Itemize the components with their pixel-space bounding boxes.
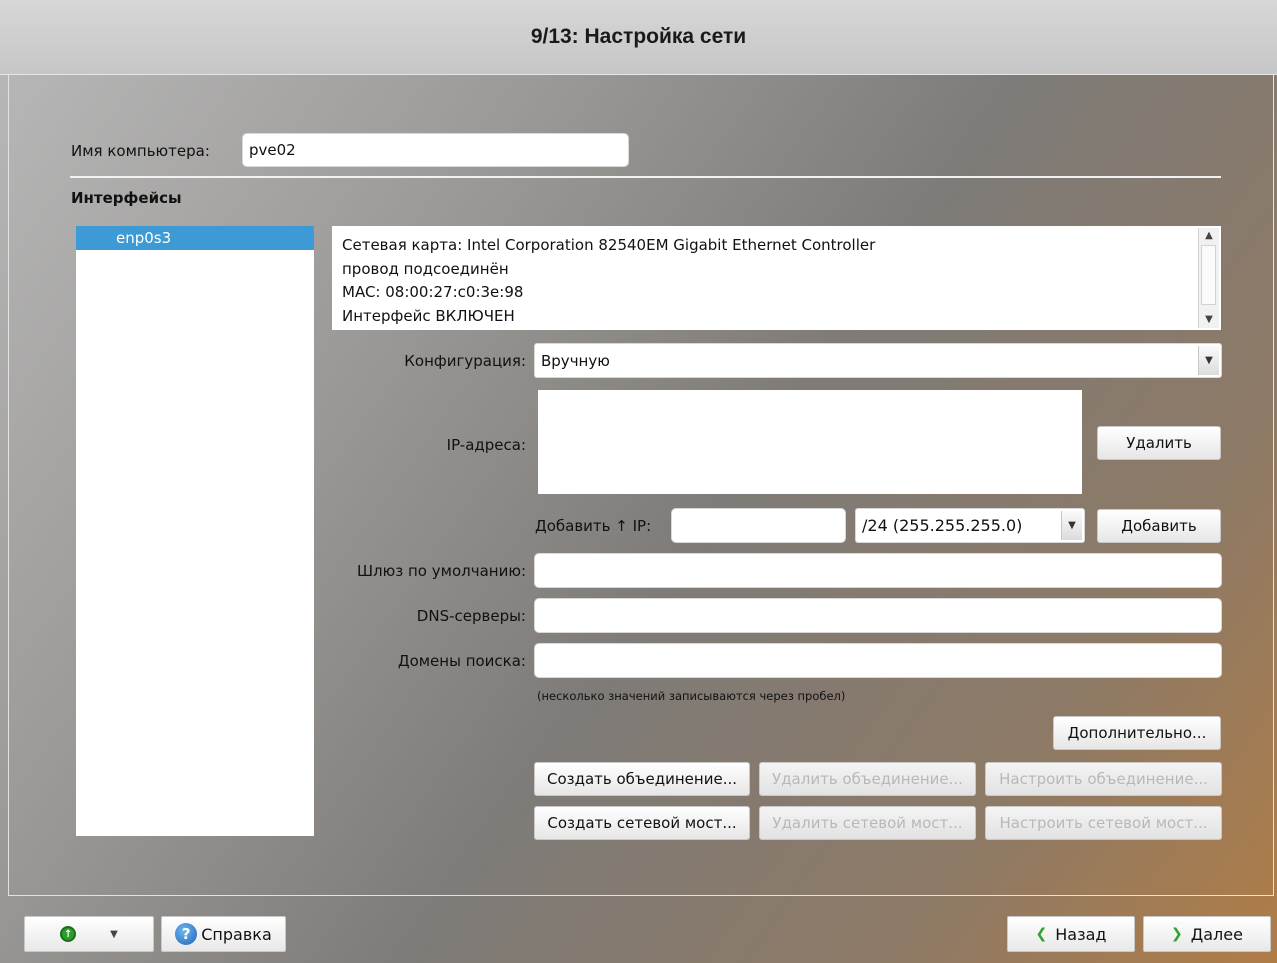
configure-bond-button[interactable]: Настроить объединение... [985, 762, 1222, 796]
delete-bridge-button[interactable]: Удалить сетевой мост... [759, 806, 976, 840]
back-label: Назад [1055, 924, 1107, 944]
delete-bond-button[interactable]: Удалить объединение... [759, 762, 976, 796]
add-ip-input[interactable] [671, 508, 846, 543]
interface-item-enp0s3[interactable]: enp0s3 [76, 226, 314, 250]
info-line: провод подсоединён [342, 259, 509, 278]
next-label: Далее [1190, 924, 1243, 944]
hint-text: (несколько значений записываются через п… [537, 689, 846, 703]
info-line: Интерфейс ВКЛЮЧЕН [342, 306, 515, 325]
search-domains-label: Домены поиска: [397, 652, 526, 670]
menu-button[interactable]: ↑ ▼ [24, 916, 154, 952]
scroll-thumb[interactable] [1201, 245, 1216, 305]
config-value: Вручную [541, 351, 610, 370]
interface-list[interactable]: enp0s3 [76, 226, 314, 836]
interface-info: Сетевая карта: Intel Corporation 82540EM… [332, 226, 1221, 330]
search-domains-input[interactable] [534, 643, 1222, 678]
hostname-label: Имя компьютера: [71, 142, 210, 160]
netmask-select[interactable]: /24 (255.255.255.0) ▼ [855, 508, 1085, 543]
next-chevron-icon: ❯ [1171, 926, 1183, 942]
dns-label: DNS-серверы: [416, 607, 526, 625]
create-bridge-button[interactable]: Создать сетевой мост... [534, 806, 750, 840]
hostname-input[interactable]: pve02 [242, 133, 629, 167]
create-bond-button[interactable]: Создать объединение... [534, 762, 750, 796]
separator [70, 176, 1221, 178]
help-label: Справка [201, 924, 272, 944]
info-line: MAC: 08:00:27:c0:3e:98 [342, 283, 524, 301]
scroll-up-icon[interactable]: ▲ [1199, 228, 1219, 244]
add-ip-button[interactable]: Добавить [1097, 509, 1221, 543]
add-ip-label: Добавить ↑ IP: [535, 517, 652, 535]
gateway-input[interactable] [534, 553, 1222, 588]
configure-bridge-button[interactable]: Настроить сетевой мост... [985, 806, 1222, 840]
help-button[interactable]: ? Справка [161, 916, 286, 952]
interfaces-heading: Интерфейсы [71, 189, 182, 207]
window-title: 9/13: Настройка сети [0, 0, 1277, 75]
next-button[interactable]: ❯ Далее [1143, 916, 1271, 952]
info-line: Сетевая карта: Intel Corporation 82540EM… [342, 236, 876, 254]
chevron-down-icon: ▼ [110, 928, 118, 940]
advanced-button[interactable]: Дополнительно... [1053, 716, 1221, 750]
dropdown-arrow-icon: ▼ [1061, 511, 1082, 540]
info-scrollbar[interactable]: ▲ ▼ [1198, 228, 1219, 328]
delete-ip-button[interactable]: Удалить [1097, 426, 1221, 460]
ip-label: IP-адреса: [446, 436, 526, 454]
config-label: Конфигурация: [404, 352, 526, 370]
back-chevron-icon: ❮ [1035, 926, 1048, 942]
config-select[interactable]: Вручную ▼ [534, 343, 1222, 378]
ip-address-list[interactable] [538, 390, 1082, 494]
back-button[interactable]: ❮ Назад [1007, 916, 1135, 952]
dropdown-arrow-icon: ▼ [1198, 346, 1219, 375]
green-circle-icon: ↑ [60, 926, 77, 942]
dns-input[interactable] [534, 598, 1222, 633]
help-icon: ? [175, 923, 198, 945]
gateway-label: Шлюз по умолчанию: [357, 562, 526, 580]
netmask-value: /24 (255.255.255.0) [862, 516, 1023, 535]
scroll-down-icon[interactable]: ▼ [1199, 312, 1219, 328]
hostname-value: pve02 [249, 141, 296, 159]
